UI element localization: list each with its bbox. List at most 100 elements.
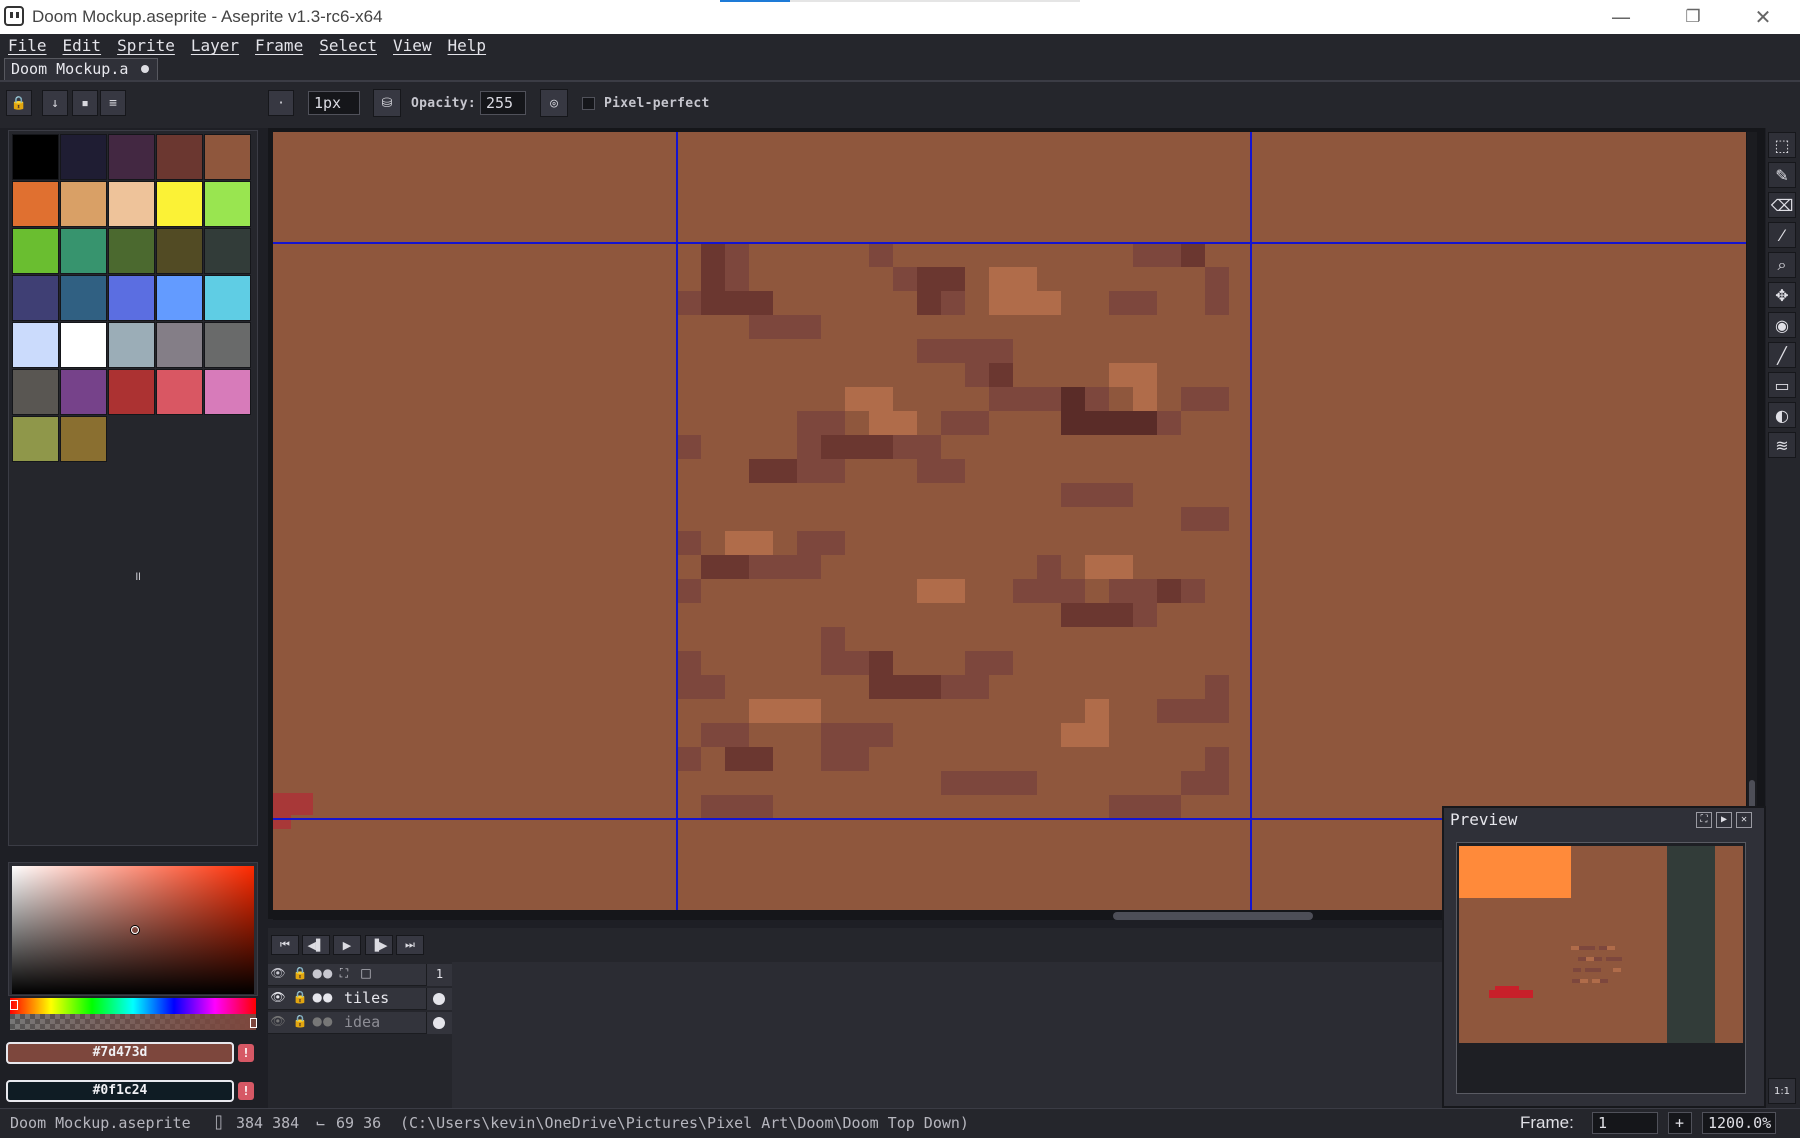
continuous-icon[interactable]: ●● — [312, 990, 333, 1007]
blur-icon[interactable]: ≋ — [1768, 432, 1796, 458]
palette-swatch[interactable] — [204, 369, 251, 415]
horizontal-scroll-thumb[interactable] — [1113, 912, 1313, 920]
preview-fullscreen-button[interactable]: ⛶ — [1696, 812, 1712, 828]
color-cursor-icon[interactable] — [131, 926, 139, 934]
palette-swatch[interactable] — [12, 322, 59, 368]
palette-swatch[interactable] — [60, 322, 107, 368]
menu-edit[interactable]: Edit — [55, 34, 110, 58]
palette-lock-button[interactable]: 🔒 — [6, 90, 32, 116]
palette-swatch[interactable] — [108, 275, 155, 321]
palette-swatch[interactable] — [108, 369, 155, 415]
frame-header-1[interactable]: 1 — [426, 964, 452, 986]
layer-row-tiles[interactable]: 👁 🔒 ●● tiles — [268, 988, 452, 1010]
onion-skin-icon[interactable]: □ — [356, 966, 376, 983]
paint-bucket-icon[interactable]: ◉ — [1768, 312, 1796, 338]
zoom-icon[interactable]: ⌕ — [1768, 252, 1796, 278]
first-frame-button[interactable]: ⏮ — [271, 935, 299, 955]
preview-close-button[interactable]: ✕ — [1736, 812, 1752, 828]
previous-frame-button[interactable]: ◀▌ — [302, 935, 330, 955]
palette-swatch[interactable] — [156, 275, 203, 321]
menu-view[interactable]: View — [385, 34, 440, 58]
next-frame-button[interactable]: ▐▶ — [365, 935, 393, 955]
play-button[interactable]: ▶ — [333, 935, 361, 955]
sprite-canvas[interactable] — [273, 132, 1746, 910]
palette-swatch[interactable] — [204, 275, 251, 321]
palette-swatch[interactable] — [156, 181, 203, 227]
foreground-warning-icon[interactable]: ! — [238, 1044, 254, 1062]
marquee-icon[interactable]: ⬚ — [1768, 132, 1796, 158]
palette-load-button[interactable]: ↓ — [42, 90, 68, 116]
palette-save-button[interactable]: ▪ — [72, 90, 98, 116]
frame-field[interactable]: 1 — [1592, 1112, 1658, 1134]
eye-icon[interactable]: 👁 — [268, 990, 288, 1007]
palette-swatch[interactable] — [108, 134, 155, 180]
dynamics-button[interactable]: ◎ — [540, 89, 568, 117]
cel-idea-1[interactable] — [426, 1012, 452, 1034]
palette-swatch[interactable] — [204, 134, 251, 180]
palette-swatch[interactable] — [60, 416, 107, 462]
cel-tiles-1[interactable] — [426, 988, 452, 1010]
palette-swatch[interactable] — [12, 369, 59, 415]
timeline-cels-area[interactable] — [452, 962, 1442, 1108]
palette-swatch[interactable] — [12, 416, 59, 462]
palette-swatch[interactable] — [204, 181, 251, 227]
palette-options-button[interactable]: ≡ — [100, 90, 126, 116]
palette-swatch[interactable] — [156, 322, 203, 368]
pixel-perfect-checkbox[interactable] — [582, 97, 595, 110]
layer-options-icon[interactable]: ⛶ — [334, 966, 354, 983]
move-icon[interactable]: ✥ — [1768, 282, 1796, 308]
menu-select[interactable]: Select — [311, 34, 385, 58]
background-color-button[interactable]: #0f1c24 — [6, 1080, 234, 1102]
document-tab[interactable]: Doom Mockup.a — [4, 58, 158, 80]
palette-resize-grip-icon[interactable]: ॥ — [134, 567, 141, 584]
lock-header-icon[interactable]: 🔒 — [290, 966, 310, 983]
palette-swatch[interactable] — [60, 134, 107, 180]
palette-swatch[interactable] — [204, 228, 251, 274]
hue-slider[interactable] — [10, 998, 256, 1014]
brush-type-button[interactable]: · — [268, 90, 294, 116]
close-button[interactable]: ✕ — [1728, 0, 1798, 34]
lock-icon[interactable]: 🔒 — [290, 990, 310, 1007]
alpha-slider-handle[interactable] — [250, 1018, 257, 1028]
add-frame-button[interactable]: + — [1668, 1112, 1692, 1134]
palette-swatch[interactable] — [156, 134, 203, 180]
ink-button[interactable]: ⛁ — [373, 89, 401, 117]
maximize-button[interactable]: ❐ — [1658, 0, 1728, 34]
palette-swatch[interactable] — [12, 228, 59, 274]
palette-swatch[interactable] — [204, 322, 251, 368]
eye-header-icon[interactable]: 👁 — [268, 966, 288, 983]
continuous-icon[interactable]: ●● — [312, 1014, 333, 1031]
menu-help[interactable]: Help — [440, 34, 495, 58]
menu-sprite[interactable]: Sprite — [109, 34, 183, 58]
palette-swatch[interactable] — [60, 275, 107, 321]
rectangle-icon[interactable]: ▭ — [1768, 372, 1796, 398]
contour-icon[interactable]: ◐ — [1768, 402, 1796, 428]
palette-swatch[interactable] — [12, 275, 59, 321]
eye-icon[interactable]: 👁 — [268, 1014, 288, 1031]
palette-swatch[interactable] — [12, 181, 59, 227]
palette-swatch[interactable] — [156, 228, 203, 274]
hue-slider-handle[interactable] — [10, 1000, 18, 1010]
menu-file[interactable]: File — [0, 34, 55, 58]
palette-swatch[interactable] — [60, 181, 107, 227]
foreground-color-button[interactable]: #7d473d — [6, 1042, 234, 1064]
palette-swatch[interactable] — [60, 228, 107, 274]
eyedropper-icon[interactable]: ⁄ — [1768, 222, 1796, 248]
continuous-header-icon[interactable]: ●● — [312, 966, 333, 983]
palette-swatch[interactable] — [108, 181, 155, 227]
palette-swatch[interactable] — [60, 369, 107, 415]
last-frame-button[interactable]: ⏭ — [396, 935, 424, 955]
menu-layer[interactable]: Layer — [183, 34, 247, 58]
minimize-button[interactable]: — — [1586, 0, 1656, 34]
brush-size-field[interactable]: 1px — [308, 91, 360, 115]
palette-swatch[interactable] — [108, 322, 155, 368]
palette-swatch[interactable] — [12, 134, 59, 180]
menu-frame[interactable]: Frame — [247, 34, 311, 58]
zoom-reset-button[interactable]: 1:1 — [1768, 1078, 1796, 1104]
preview-play-button[interactable]: ▶ — [1716, 812, 1732, 828]
layer-row-idea[interactable]: 👁 🔒 ●● idea — [268, 1012, 452, 1034]
line-icon[interactable]: ╱ — [1768, 342, 1796, 368]
zoom-field[interactable]: 1200.0% — [1702, 1112, 1776, 1134]
pencil-icon[interactable]: ✎ — [1768, 162, 1796, 188]
palette-swatch[interactable] — [108, 228, 155, 274]
